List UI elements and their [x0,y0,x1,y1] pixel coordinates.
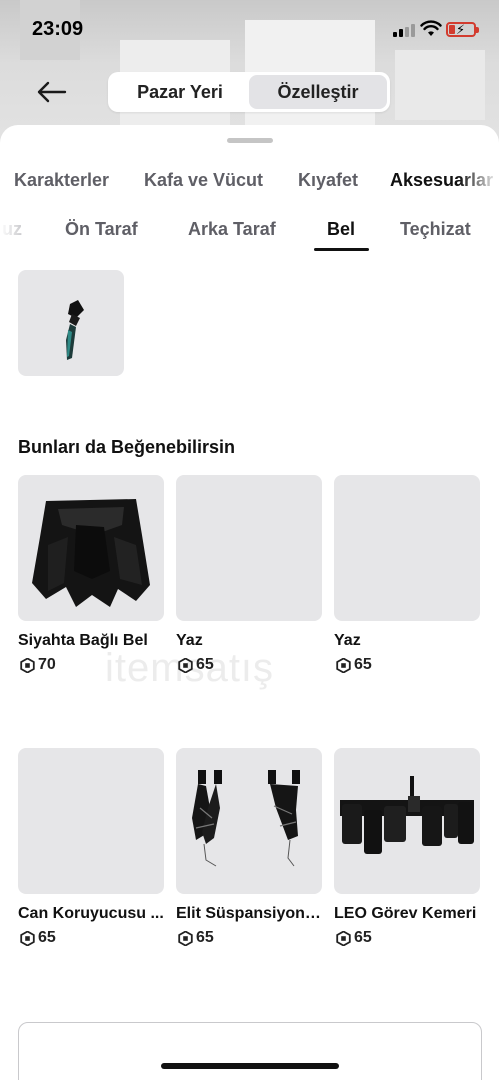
equipped-item-tile[interactable] [18,270,124,376]
suspenders-icon [192,770,300,867]
tab-clothing[interactable]: Kıyafet [298,170,358,191]
mode-segmented-control: Pazar Yeri Özelleştir [108,72,390,112]
item-price-value: 65 [354,929,372,946]
item-name: Siyahta Bağlı Bel [18,632,148,649]
tab-front[interactable]: Ön Taraf [65,219,138,240]
item-card[interactable]: Can Koruyucusu ... 65 [18,748,164,947]
robux-icon [178,657,193,673]
robux-icon [336,930,351,946]
active-tab-indicator [314,248,369,251]
item-thumbnail [18,475,164,621]
subcategory-tab-bar: uz Ön Taraf Arka Taraf Bel Teçhizat [0,212,499,252]
item-price: 65 [176,929,322,947]
item-name: Can Koruyucusu ... [18,905,164,922]
item-price-value: 65 [354,656,372,673]
item-thumbnail [176,475,322,621]
home-indicator[interactable] [161,1063,339,1069]
customize-sheet: Karakterler Kafa ve Vücut Kıyafet Aksesu… [0,125,499,1080]
item-price-value: 65 [38,929,56,946]
robux-icon [20,930,35,946]
item-thumbnail [176,748,322,894]
item-price-value: 70 [38,656,56,673]
item-name: Yaz [176,632,203,649]
item-price: 65 [334,656,480,674]
item-name: Yaz [334,632,361,649]
tab-waist[interactable]: Bel [327,219,355,240]
segment-customize[interactable]: Özelleştir [249,75,387,109]
sheet-grabber[interactable] [227,138,273,143]
robux-icon [336,657,351,673]
tab-characters[interactable]: Karakterler [14,170,109,191]
item-name: Elit Süspansiyonl... [176,905,322,922]
tab-head-and-body[interactable]: Kafa ve Vücut [144,170,263,191]
item-card[interactable]: Yaz 65 [334,475,480,674]
item-price: 65 [18,929,164,947]
battery-icon: ⚡ [446,22,479,37]
bottom-panel[interactable] [18,1022,482,1080]
item-price-value: 65 [196,656,214,673]
dagger-item-icon [66,300,84,360]
waist-wrap-icon [32,499,150,607]
robux-icon [178,930,193,946]
item-card[interactable]: Yaz 65 [176,475,322,674]
item-thumbnail [18,748,164,894]
back-arrow-icon[interactable] [34,78,68,106]
section-title: Bunları da Beğenebilirsin [18,437,236,457]
tab-back[interactable]: Arka Taraf [188,219,276,240]
item-card[interactable]: LEO Görev Kemeri 65 [334,748,480,947]
item-card[interactable]: Elit Süspansiyonl... 65 [176,748,322,947]
status-time: 23:09 [32,18,84,40]
signal-icon [393,24,415,37]
item-price: 65 [176,656,322,674]
segment-marketplace[interactable]: Pazar Yeri [111,75,249,109]
wifi-icon [420,20,442,36]
item-card[interactable]: Siyahta Bağlı Bel 70 [18,475,164,674]
item-price: 70 [18,656,164,674]
robux-icon [20,657,35,673]
tab-gear[interactable]: Teçhizat [400,219,471,240]
item-price-value: 65 [196,929,214,946]
item-price: 65 [334,929,480,947]
item-thumbnail [334,748,480,894]
status-bar: 23:09 ⚡ [0,0,499,58]
duty-belt-icon [340,776,474,854]
item-name: LEO Görev Kemeri [334,905,477,922]
item-thumbnail [334,475,480,621]
